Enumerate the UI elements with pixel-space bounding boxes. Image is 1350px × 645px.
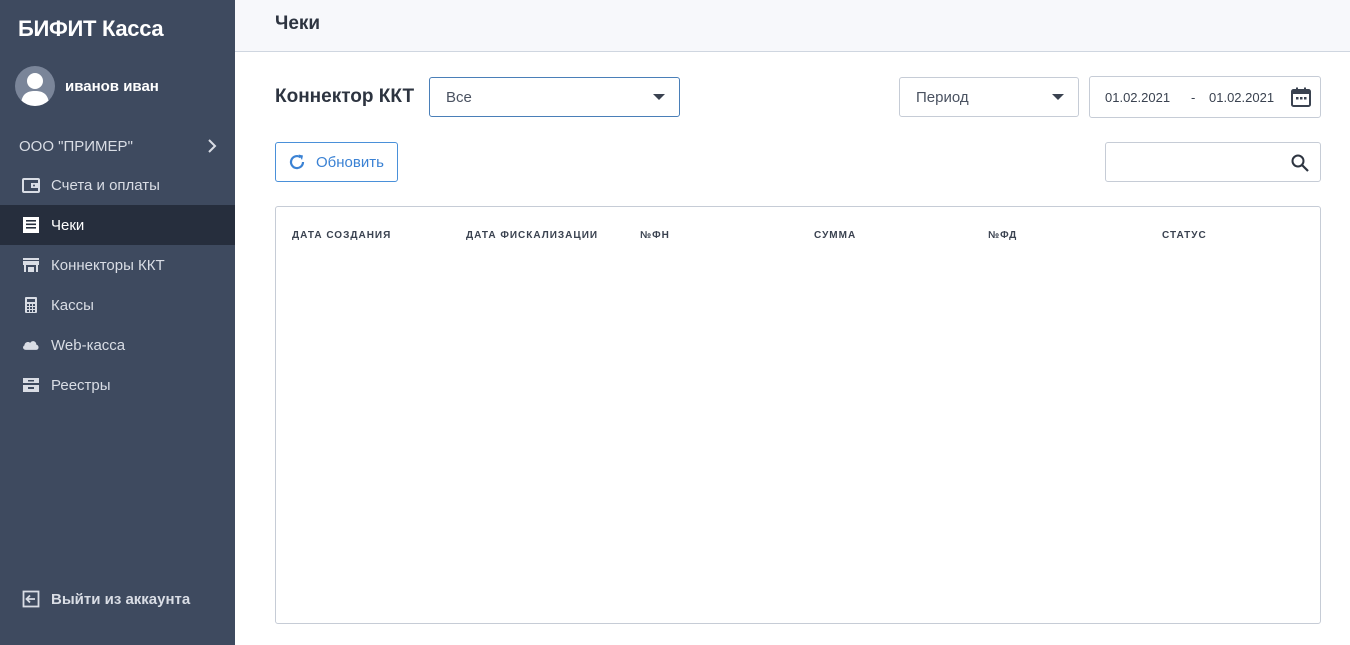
org-name: ООО "ПРИМЕР" bbox=[19, 137, 133, 155]
sidebar: БИФИТ Касса иванов иван ООО "ПРИМЕР" Сче… bbox=[0, 0, 235, 645]
sidebar-item-label: Счета и оплаты bbox=[51, 176, 160, 194]
search-input[interactable] bbox=[1114, 151, 1284, 175]
kkt-filter-label: Коннектор ККТ bbox=[275, 86, 415, 107]
period-select[interactable]: Период bbox=[899, 77, 1079, 117]
date-separator: - bbox=[1191, 90, 1196, 105]
column-header-created-date[interactable]: ДАТА СОЗДАНИЯ bbox=[292, 230, 391, 241]
page-header: Чеки bbox=[235, 0, 1350, 52]
column-header-fn-number[interactable]: №ФН bbox=[640, 230, 670, 241]
page-title: Чеки bbox=[275, 13, 321, 34]
period-select-value: Период bbox=[916, 88, 969, 106]
logout-icon bbox=[22, 590, 40, 608]
user-profile[interactable]: иванов иван bbox=[15, 66, 159, 106]
column-header-status[interactable]: СТАТУС bbox=[1162, 230, 1207, 241]
cloud-icon bbox=[22, 336, 40, 354]
sidebar-item-kkt-connectors[interactable]: Коннекторы ККТ bbox=[0, 245, 235, 285]
calculator-icon bbox=[22, 296, 40, 314]
chevron-right-icon bbox=[208, 139, 217, 153]
sidebar-item-cashboxes[interactable]: Кассы bbox=[0, 285, 235, 325]
refresh-icon bbox=[289, 154, 305, 170]
sidebar-item-label: Реестры bbox=[51, 376, 111, 394]
receipts-table: ДАТА СОЗДАНИЯ ДАТА ФИСКАЛИЗАЦИИ №ФН СУММ… bbox=[275, 206, 1321, 624]
calendar-icon[interactable] bbox=[1290, 86, 1312, 108]
store-icon bbox=[22, 256, 40, 274]
column-header-fd-number[interactable]: №ФД bbox=[988, 230, 1017, 241]
date-range-picker[interactable]: 01.02.2021 - 01.02.2021 bbox=[1089, 76, 1321, 118]
user-name: иванов иван bbox=[65, 77, 159, 95]
date-to[interactable]: 01.02.2021 bbox=[1209, 90, 1274, 105]
sidebar-item-label: Кассы bbox=[51, 296, 94, 314]
avatar bbox=[15, 66, 55, 106]
kkt-select-value: Все bbox=[446, 88, 472, 106]
sidebar-item-accounts[interactable]: Счета и оплаты bbox=[0, 165, 235, 205]
search-icon[interactable] bbox=[1290, 153, 1310, 173]
kkt-select[interactable]: Все bbox=[429, 77, 680, 117]
column-header-fiscal-date[interactable]: ДАТА ФИСКАЛИЗАЦИИ bbox=[466, 230, 598, 241]
refresh-button[interactable]: Обновить bbox=[275, 142, 398, 182]
sidebar-item-web-kassa[interactable]: Web-касса bbox=[0, 325, 235, 365]
column-header-amount[interactable]: СУММА bbox=[814, 230, 856, 241]
sidebar-item-registries[interactable]: Реестры bbox=[0, 365, 235, 405]
wallet-icon bbox=[22, 176, 40, 194]
search-box bbox=[1105, 142, 1321, 182]
user-avatar-icon bbox=[21, 73, 49, 106]
sidebar-item-receipts[interactable]: Чеки bbox=[0, 205, 235, 245]
sidebar-item-label: Чеки bbox=[51, 216, 85, 234]
table-header: ДАТА СОЗДАНИЯ ДАТА ФИСКАЛИЗАЦИИ №ФН СУММ… bbox=[292, 230, 1302, 244]
sidebar-item-label: Web-касса bbox=[51, 336, 126, 354]
archive-icon bbox=[22, 376, 40, 394]
sidebar-item-label: Коннекторы ККТ bbox=[51, 256, 165, 274]
logout-label: Выйти из аккаунта bbox=[51, 590, 191, 608]
app-title: БИФИТ Касса bbox=[18, 16, 164, 41]
logout-button[interactable]: Выйти из аккаунта bbox=[22, 590, 190, 608]
dropdown-caret-icon bbox=[653, 94, 665, 100]
refresh-button-label: Обновить bbox=[316, 153, 384, 171]
receipt-icon bbox=[22, 216, 40, 234]
org-selector[interactable]: ООО "ПРИМЕР" bbox=[19, 135, 219, 157]
date-from[interactable]: 01.02.2021 bbox=[1105, 90, 1170, 105]
dropdown-caret-icon bbox=[1052, 94, 1064, 100]
sidebar-nav: Счета и оплаты Чеки Коннекторы ККТ Кассы… bbox=[0, 165, 235, 405]
